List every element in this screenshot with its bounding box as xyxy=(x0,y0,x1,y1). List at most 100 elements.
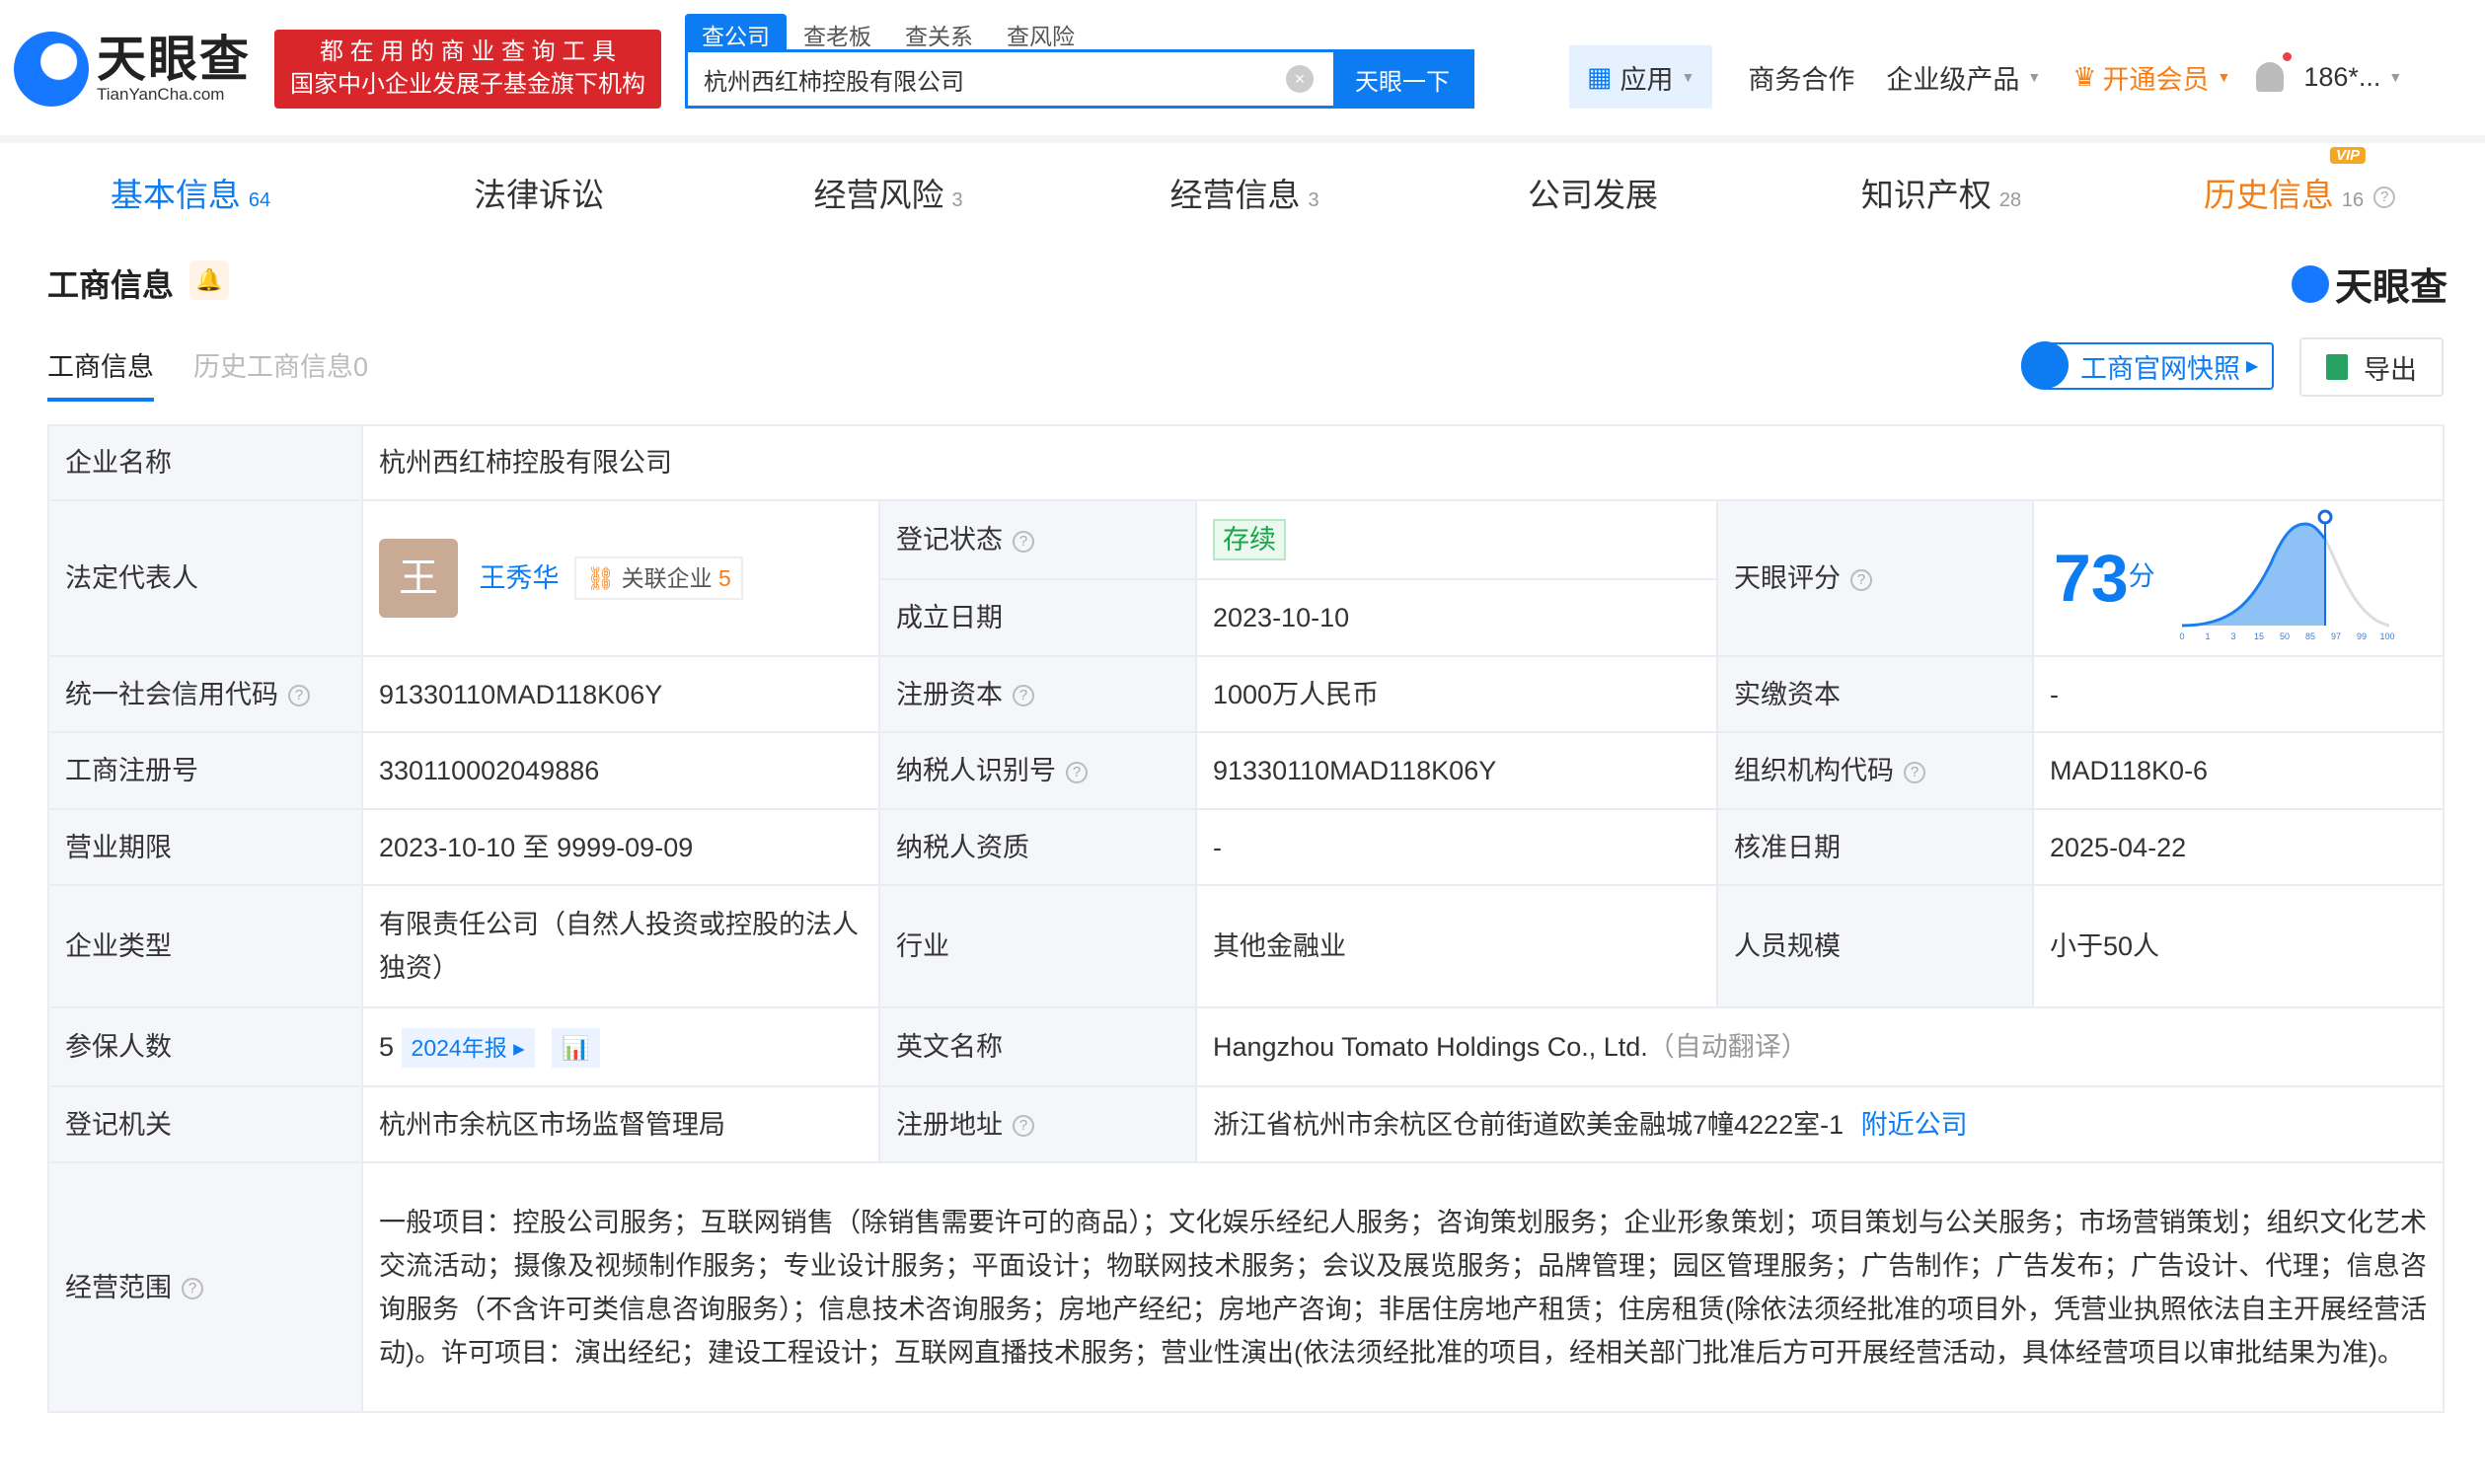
name-label: 企业名称 xyxy=(47,424,363,501)
credit-code-label: 统一社会信用代码? xyxy=(47,655,363,733)
table-row: 参保人数 5 2024年报 ▸ 📊 英文名称 Hangzhou Tomato H… xyxy=(47,1006,2446,1087)
avatar[interactable]: 王 xyxy=(379,539,458,618)
search-button[interactable]: 天眼一下 xyxy=(1333,52,1471,106)
tab-history[interactable]: 历史信息 16? VIP xyxy=(2204,147,2396,216)
help-icon[interactable]: ? xyxy=(2373,186,2396,209)
help-icon[interactable]: ? xyxy=(1013,685,1034,707)
export-button[interactable]: 导出 xyxy=(2299,337,2444,397)
enterprise-menu[interactable]: 企业级产品 ▼ xyxy=(1870,58,2057,97)
authority: 杭州市余杭区市场监督管理局 xyxy=(361,1085,880,1163)
search-tab-relation[interactable]: 查关系 xyxy=(888,14,990,49)
slogan-banner[interactable]: 都 在 用 的 商 业 查 询 工 具国家中小企业发展子基金旗下机构 xyxy=(274,30,661,109)
tab-development[interactable]: 公司发展 xyxy=(1528,169,1658,216)
label-text: 统一社会信用代码 xyxy=(65,679,278,709)
score-tick-label: 100 xyxy=(2380,631,2395,641)
credit-code: 91330110MAD118K06Y xyxy=(361,655,880,733)
search-type-tabs: 查公司 查老板 查关系 查风险 xyxy=(685,14,1092,49)
en-name-label: 英文名称 xyxy=(878,1006,1197,1087)
found-date: 2023-10-10 xyxy=(1195,578,1718,657)
user-menu[interactable]: 186*... ▼ xyxy=(2303,62,2402,93)
table-row: 企业类型 有限责任公司（自然人投资或控股的法人独资） 行业 其他金融业 人员规模… xyxy=(47,884,2446,1008)
subtab-business-info[interactable]: 工商信息 xyxy=(47,345,154,402)
help-icon[interactable]: ? xyxy=(288,685,310,707)
logo-icon xyxy=(2291,264,2329,303)
insured-label: 参保人数 xyxy=(47,1006,363,1087)
bell-icon[interactable]: 🔔 xyxy=(189,260,229,300)
related-companies-badge[interactable]: ⛓ 关联企业 5 xyxy=(574,556,743,600)
tab-label: 基本信息 xyxy=(110,177,241,213)
help-icon[interactable]: ? xyxy=(1013,530,1034,553)
tab-ip[interactable]: 知识产权 28 xyxy=(1861,169,2021,216)
vip-menu[interactable]: ♛ 开通会员 ▼ xyxy=(2057,58,2246,97)
excel-icon xyxy=(2326,354,2348,380)
tax-qual: - xyxy=(1195,808,1718,886)
logo-text: 天眼查 xyxy=(97,32,251,87)
annual-report-link[interactable]: 2024年报 ▸ xyxy=(401,1028,535,1068)
search-tab-risk[interactable]: 查风险 xyxy=(990,14,1092,49)
score-cell[interactable]: 73分 0 1 3 15 50 85 97 99 100 xyxy=(2031,499,2446,657)
chevron-down-icon: ▼ xyxy=(1681,69,1695,85)
search-bar: × 天眼一下 xyxy=(685,49,1474,109)
paid-capital: - xyxy=(2031,655,2446,733)
tab-basic-info[interactable]: 基本信息 64 xyxy=(111,169,270,216)
sub-tabs: 工商信息 历史工商信息0 xyxy=(47,345,408,402)
clear-icon[interactable]: × xyxy=(1286,65,1314,93)
main-tabs: 基本信息 64 法律诉讼 经营风险 3 经营信息 3 公司发展 知识产权 28 历史信息… xyxy=(0,147,2485,230)
paid-capital-label: 实缴资本 xyxy=(1716,655,2034,733)
vip-label: 开通会员 xyxy=(2102,64,2210,95)
nearby-companies-link[interactable]: 附近公司 xyxy=(1861,1110,1968,1140)
label-text: 注册地址 xyxy=(896,1109,1003,1140)
tab-count: 3 xyxy=(1308,189,1319,211)
apps-label: 应用 xyxy=(1619,64,1674,95)
apps-menu[interactable]: ▦ 应用 ▼ xyxy=(1569,45,1713,109)
tab-label: 公司发展 xyxy=(1528,177,1658,213)
score-tick-label: 0 xyxy=(2180,631,2185,641)
insured-cell: 5 2024年报 ▸ 📊 xyxy=(361,1006,880,1087)
reg-status-cell: 存续 xyxy=(1195,499,1718,580)
legal-rep-cell: 王 王秀华 ⛓ 关联企业 5 xyxy=(361,499,880,657)
tab-legal[interactable]: 法律诉讼 xyxy=(474,169,604,216)
snapshot-button[interactable]: 工商官网快照 ▶ xyxy=(2021,341,2275,390)
subtab-history-business-info[interactable]: 历史工商信息0 xyxy=(193,345,368,402)
tax-id-label: 纳税人识别号? xyxy=(878,731,1197,810)
score-label: 天眼评分? xyxy=(1716,499,2034,657)
help-icon[interactable]: ? xyxy=(1013,1115,1034,1138)
company-type: 有限责任公司（自然人投资或控股的法人独资） xyxy=(361,884,880,1008)
search-tab-company[interactable]: 查公司 xyxy=(685,14,787,49)
legal-rep-link[interactable]: 王秀华 xyxy=(480,563,560,593)
chevron-right-icon: ▶ xyxy=(2246,358,2259,375)
tab-label: 经营信息 xyxy=(1169,177,1301,213)
found-label: 成立日期 xyxy=(878,578,1197,657)
table-row: 统一社会信用代码? 91330110MAD118K06Y 注册资本? 1000万… xyxy=(47,655,2446,733)
tab-label: 知识产权 xyxy=(1860,177,1992,213)
score-tick-label: 99 xyxy=(2357,631,2367,641)
network-icon: ⛓ xyxy=(586,565,616,591)
help-icon[interactable]: ? xyxy=(1850,568,1872,591)
slogan-line: 都 在 用 的 商 业 查 询 工 具 xyxy=(319,38,616,65)
tab-risk[interactable]: 经营风险 3 xyxy=(813,169,962,216)
label-text: 纳税人识别号 xyxy=(896,756,1056,785)
table-row: 企业名称 杭州西红柿控股有限公司 xyxy=(47,424,2446,501)
logo[interactable]: 天眼查 TianYanCha.com xyxy=(14,32,251,107)
help-icon[interactable]: ? xyxy=(182,1278,203,1300)
tab-operation[interactable]: 经营信息 3 xyxy=(1169,169,1318,216)
business-link[interactable]: 商务合作 xyxy=(1732,58,1870,97)
help-icon[interactable]: ? xyxy=(1066,761,1088,783)
bell-icon[interactable] xyxy=(2256,52,2293,92)
label-text: 经营范围 xyxy=(65,1272,172,1302)
score-tick-label: 1 xyxy=(2206,631,2211,641)
chart-icon[interactable]: 📊 xyxy=(552,1028,600,1068)
search-input[interactable] xyxy=(688,52,1266,106)
score-unit: 分 xyxy=(2128,561,2155,592)
capital-label: 注册资本? xyxy=(878,655,1197,733)
chevron-down-icon: ▼ xyxy=(2217,69,2231,85)
search-tab-boss[interactable]: 查老板 xyxy=(787,14,888,49)
crown-icon: ♛ xyxy=(2072,61,2097,92)
en-name: Hangzhou Tomato Holdings Co., Ltd. xyxy=(1213,1032,1648,1062)
reg-status-label: 登记状态? xyxy=(878,499,1197,580)
chevron-down-icon: ▼ xyxy=(2388,69,2403,85)
industry-label: 行业 xyxy=(878,884,1197,1008)
score-tick-label: 50 xyxy=(2280,631,2290,641)
help-icon[interactable]: ? xyxy=(1904,761,1925,783)
enterprise-label: 企业级产品 xyxy=(1886,64,2020,95)
